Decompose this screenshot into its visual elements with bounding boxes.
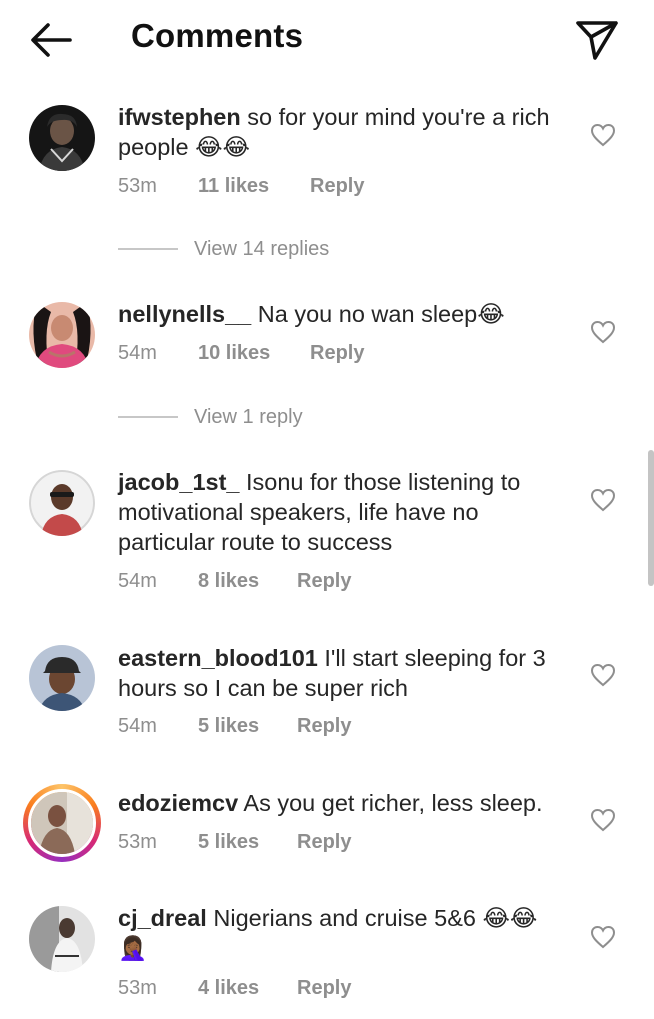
avatar[interactable] [29,906,95,972]
reply-button[interactable]: Reply [310,173,364,199]
comment-likes[interactable]: 5 likes [198,713,259,739]
divider-line [118,248,178,250]
comment-text: nellynells__ Na you no wan sleep😂 [118,299,566,329]
comment-username[interactable]: edoziemcv [118,790,238,816]
comment-text: jacob_1st_ Isonu for those listening to … [118,467,566,557]
view-replies-label: View 14 replies [194,238,330,260]
reply-button[interactable]: Reply [297,829,351,855]
divider-line [118,416,178,418]
heart-outline-icon[interactable] [590,123,616,147]
heart-outline-icon[interactable] [590,663,616,687]
comment-username[interactable]: cj_dreal [118,905,207,931]
heart-outline-icon[interactable] [590,320,616,344]
comment-time: 53m [118,831,157,853]
comment-text: ifwstephen so for your mind you're a ric… [118,102,566,162]
reply-button[interactable]: Reply [297,568,351,594]
comment-likes[interactable]: 4 likes [198,975,259,1001]
comment-time: 53m [118,175,157,197]
page-title: Comments [131,17,304,54]
comment-username[interactable]: nellynells__ [118,301,251,327]
comment-likes[interactable]: 11 likes [198,173,269,199]
header: Comments [0,0,654,78]
reply-button[interactable]: Reply [297,975,351,1001]
avatar[interactable] [29,302,95,368]
comment-likes[interactable]: 10 likes [198,340,270,366]
view-replies-label: View 1 reply [194,406,303,428]
comment-text: cj_dreal Nigerians and cruise 5&6 😂😂🤦🏾‍♀… [118,903,566,963]
comment-likes[interactable]: 5 likes [198,829,259,855]
paper-plane-icon[interactable] [574,16,620,62]
comment-likes[interactable]: 8 likes [198,568,259,594]
reply-button[interactable]: Reply [310,340,364,366]
avatar-story-ring[interactable] [23,784,101,862]
heart-outline-icon[interactable] [590,925,616,949]
avatar[interactable] [29,470,95,536]
heart-outline-icon[interactable] [590,808,616,832]
heart-outline-icon[interactable] [590,488,616,512]
comment-username[interactable]: ifwstephen [118,104,241,130]
scrollbar[interactable] [648,450,654,586]
comment-time: 53m [118,977,157,999]
avatar[interactable] [29,645,95,711]
comment-text: eastern_blood101 I'll start sleeping for… [118,643,566,703]
comment-body: As you get richer, less sleep. [243,790,543,816]
back-arrow-icon[interactable] [28,20,74,60]
comment-username[interactable]: jacob_1st_ [118,469,239,495]
avatar [28,789,96,857]
comment-username[interactable]: eastern_blood101 [118,645,318,671]
comment-body: Na you no wan sleep😂 [257,301,505,327]
comment-time: 54m [118,715,157,737]
reply-button[interactable]: Reply [297,713,351,739]
avatar[interactable] [29,105,95,171]
comment-time: 54m [118,570,157,592]
comment-text: edoziemcv As you get richer, less sleep. [118,788,566,818]
comment-time: 54m [118,342,157,364]
